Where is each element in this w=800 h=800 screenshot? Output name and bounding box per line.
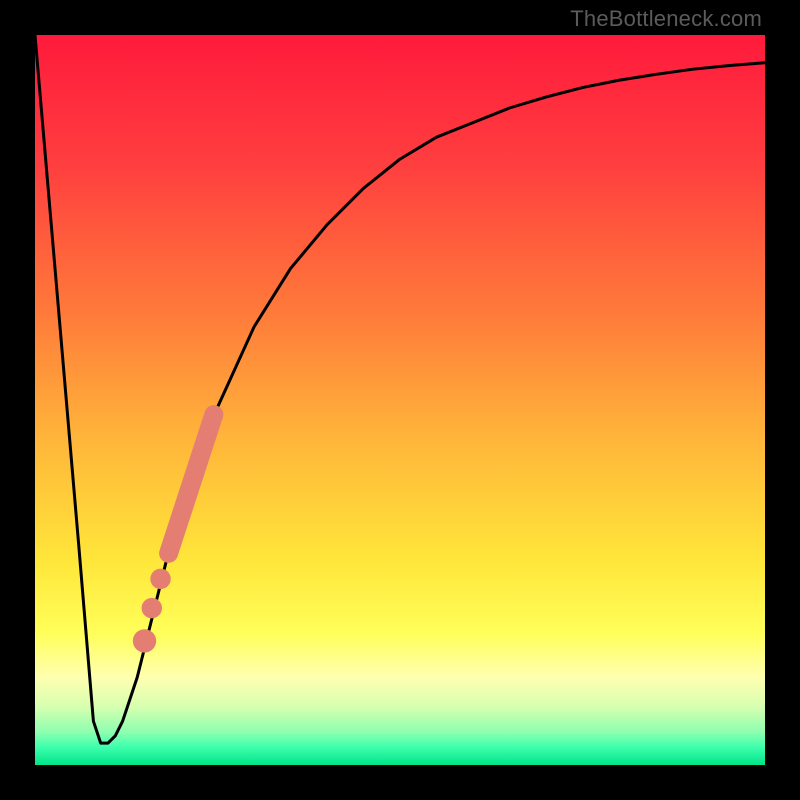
attribution-text: TheBottleneck.com [570, 6, 762, 32]
marker-dot [150, 569, 170, 589]
marker-segment [169, 415, 214, 554]
marker-dot [133, 629, 156, 652]
curve-markers [133, 415, 214, 653]
bottleneck-curve [35, 35, 765, 765]
chart-frame: TheBottleneck.com [0, 0, 800, 800]
plot-area [35, 35, 765, 765]
marker-dot [142, 598, 162, 618]
